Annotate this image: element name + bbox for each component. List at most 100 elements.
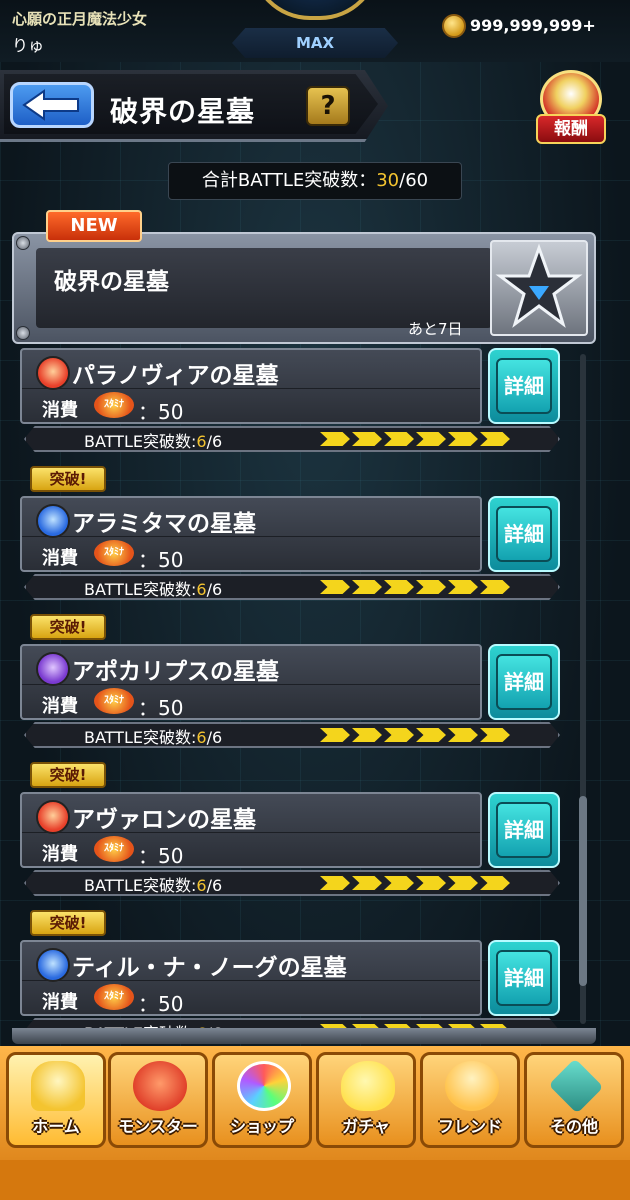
progress-chevron (416, 580, 446, 594)
battle-max: /6 (206, 432, 223, 451)
progress-chevron (352, 580, 382, 594)
quest-item[interactable]: 突破! ティル・ナ・ノーグの星墓 消費 ｽﾀﾐﾅ ：50 詳細 BATTLE突破… (20, 910, 560, 1032)
battle-label: BATTLE突破数: (84, 580, 197, 599)
reward-button[interactable]: 報酬 (534, 70, 608, 146)
progress-chevrons (320, 432, 510, 446)
battle-current: 6 (196, 728, 207, 747)
stamina-icon: ｽﾀﾐﾅ (94, 836, 134, 862)
battle-label: BATTLE突破数: (84, 432, 197, 451)
total-label: 合計BATTLE突破数： (201, 170, 377, 191)
nav-other[interactable]: その他 (524, 1052, 624, 1148)
total-max: /60 (399, 170, 429, 191)
help-button[interactable]: ? (306, 86, 350, 126)
cost-label: 消費 (42, 992, 78, 1013)
home-icon (31, 1061, 85, 1111)
detail-button[interactable]: 詳細 (488, 792, 560, 868)
cost-label: 消費 (42, 400, 78, 421)
cost-value: ：50 (138, 548, 184, 572)
detail-label: 詳細 (496, 950, 552, 1006)
progress-chevron (384, 580, 414, 594)
progress-chevrons (320, 728, 510, 742)
rank-max-label: MAX (232, 28, 398, 58)
progress-chevron (384, 876, 414, 890)
coin-icon (442, 14, 466, 38)
screw (16, 326, 30, 340)
quest-list[interactable]: パラノヴィアの星墓 消費 ｽﾀﾐﾅ ：50 詳細 BATTLE突破数:6/6 突… (14, 346, 584, 1032)
scrollbar-thumb[interactable] (579, 796, 587, 986)
total-current: 30 (376, 170, 400, 191)
battle-count: BATTLE突破数:6/6 (84, 872, 222, 896)
progress-chevron (448, 876, 478, 890)
back-button[interactable] (10, 82, 94, 128)
screw (16, 236, 30, 250)
quest-item[interactable]: 突破! アラミタマの星墓 消費 ｽﾀﾐﾅ ：50 詳細 BATTLE突破数:6/… (20, 466, 560, 604)
detail-label: 詳細 (496, 506, 552, 562)
battle-max: /6 (206, 728, 223, 747)
nav-home[interactable]: ホーム (6, 1052, 106, 1148)
nav-other-label: その他 (549, 1117, 598, 1136)
break-badge: 突破! (30, 910, 106, 936)
fire-element-icon (36, 356, 70, 390)
cost-value: ：50 (138, 844, 184, 868)
page-title: 破界の星墓 (110, 95, 256, 128)
stamina-icon: ｽﾀﾐﾅ (94, 688, 134, 714)
progress-chevron (448, 580, 478, 594)
detail-button[interactable]: 詳細 (488, 940, 560, 1016)
progress-chevron (416, 876, 446, 890)
progress-chevrons (320, 876, 510, 890)
battle-current: 6 (196, 580, 207, 599)
break-badge: 突破! (30, 762, 106, 788)
stamina-icon: ｽﾀﾐﾅ (94, 392, 134, 418)
nav-gacha-label: ガチャ (342, 1117, 390, 1136)
stamina-icon: ｽﾀﾐﾅ (94, 540, 134, 566)
progress-chevron (352, 432, 382, 446)
battle-label: BATTLE突破数: (84, 728, 197, 747)
battle-count: BATTLE突破数:6/6 (84, 724, 222, 748)
break-badge: 突破! (30, 466, 106, 492)
nav-shop[interactable]: ショップ (212, 1052, 312, 1148)
home-indicator (0, 1160, 630, 1200)
water-element-icon (36, 948, 70, 982)
quest-item[interactable]: パラノヴィアの星墓 消費 ｽﾀﾐﾅ ：50 詳細 BATTLE突破数:6/6 (20, 348, 560, 456)
cost-value: ：50 (138, 696, 184, 720)
monster-icon (133, 1061, 187, 1111)
new-badge: NEW (46, 210, 142, 242)
quest-name: ティル・ナ・ノーグの星墓 (72, 955, 347, 981)
progress-chevron (416, 432, 446, 446)
battle-current: 6 (196, 876, 207, 895)
quest-item[interactable]: 突破! アポカリプスの星墓 消費 ｽﾀﾐﾅ ：50 詳細 BATTLE突破数:6… (20, 614, 560, 752)
detail-label: 詳細 (496, 802, 552, 858)
star-icon (495, 243, 583, 328)
progress-chevrons (320, 580, 510, 594)
nav-friend[interactable]: フレンド (420, 1052, 520, 1148)
quest-item[interactable]: 突破! アヴァロンの星墓 消費 ｽﾀﾐﾅ ：50 詳細 BATTLE突破数:6/… (20, 762, 560, 900)
progress-chevron (480, 728, 510, 742)
status-bar: 心願の正月魔法少女 りゅ MAX 999,999,999+ (0, 0, 630, 62)
detail-button[interactable]: 詳細 (488, 348, 560, 424)
progress-chevron (480, 876, 510, 890)
break-badge: 突破! (30, 614, 106, 640)
water-element-icon (36, 504, 70, 538)
nav-monster[interactable]: モンスター (108, 1052, 208, 1148)
progress-chevron (320, 580, 350, 594)
nav-gacha[interactable]: ガチャ (316, 1052, 416, 1148)
progress-chevron (416, 728, 446, 742)
gacha-egg-icon (341, 1061, 395, 1111)
detail-button[interactable]: 詳細 (488, 496, 560, 572)
cost-label: 消費 (42, 844, 78, 865)
nav-monster-label: モンスター (118, 1117, 198, 1136)
battle-label: BATTLE突破数: (84, 876, 197, 895)
progress-chevron (480, 580, 510, 594)
featured-event-title: 破界の星墓 (54, 269, 169, 295)
cost-value: ：50 (138, 992, 184, 1016)
battle-count: BATTLE突破数:6/6 (84, 576, 222, 600)
nav-home-label: ホーム (32, 1117, 80, 1136)
battle-count: BATTLE突破数:6/6 (84, 428, 222, 452)
reward-label: 報酬 (536, 114, 606, 144)
detail-button[interactable]: 詳細 (488, 644, 560, 720)
coin-count: 999,999,999+ (470, 16, 596, 35)
nav-friend-label: フレンド (437, 1117, 502, 1136)
featured-event-remaining: あと7日 (408, 320, 463, 338)
other-icon (548, 1058, 604, 1114)
nav-shop-label: ショップ (229, 1117, 294, 1136)
